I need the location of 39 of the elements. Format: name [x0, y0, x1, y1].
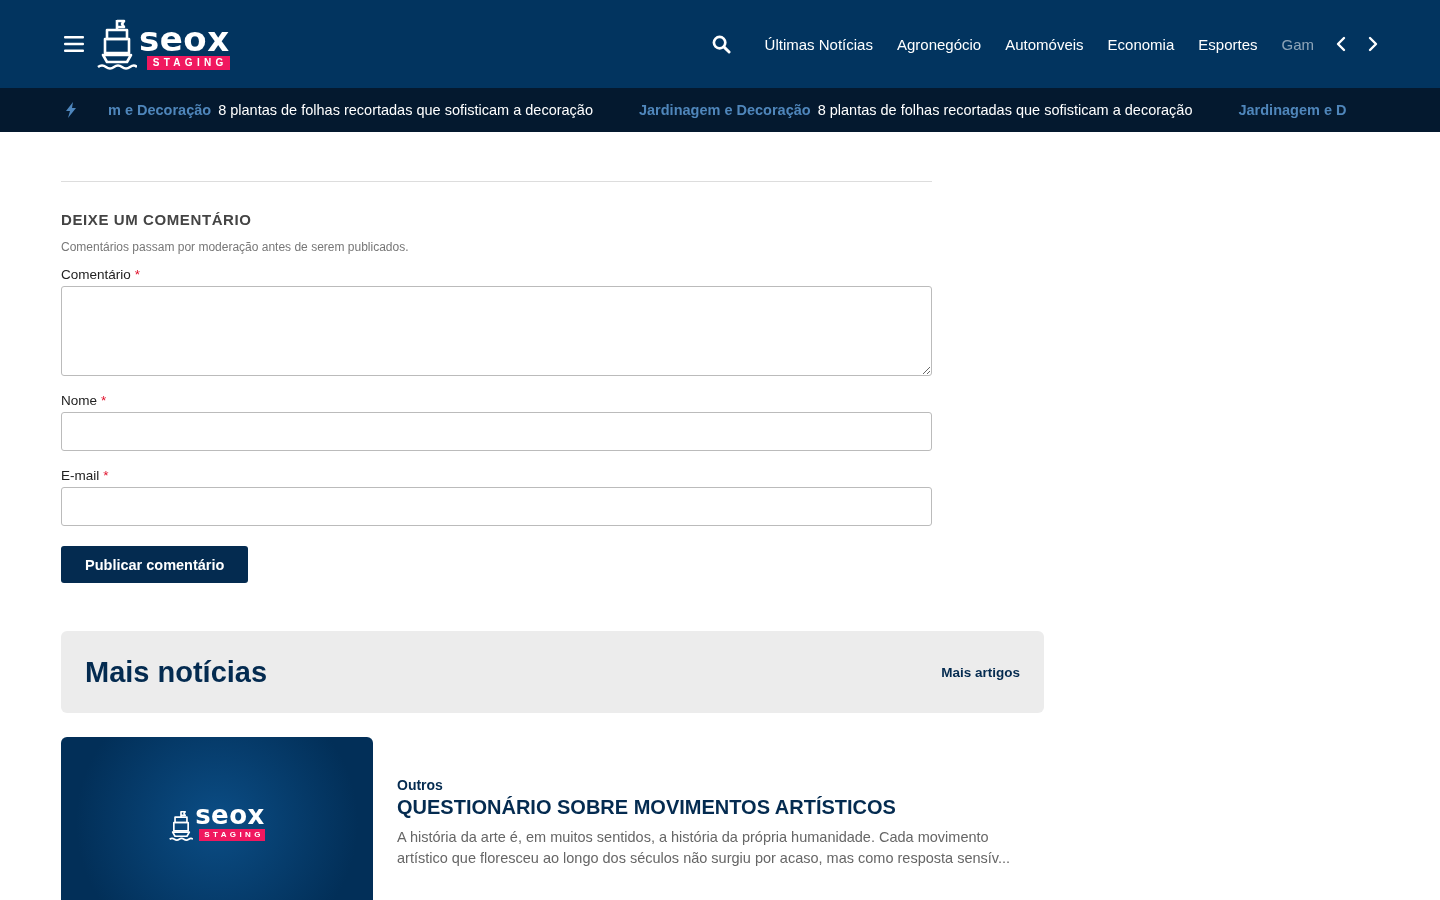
- logo-wordmark[interactable]: seox: [139, 25, 230, 53]
- required-asterisk: *: [134, 267, 141, 282]
- nav-link[interactable]: Últimas Notícias: [764, 35, 873, 53]
- ticker-headline[interactable]: 8 plantas de folhas recortadas que sofisticam a decoração: [817, 102, 1193, 118]
- field-label: Nome: [61, 393, 97, 408]
- nav-link[interactable]: Agronegócio: [896, 35, 982, 53]
- moderation-note: Comentários passam por moderação antes de serem publicados.: [61, 240, 410, 254]
- nav-link[interactable]: Automóveis: [1005, 35, 1084, 53]
- ticker-category[interactable]: m e Decoração: [108, 102, 212, 118]
- chevron-right-icon[interactable]: [1368, 36, 1378, 52]
- section-heading: DEIXE UM COMENTÁRIO: [61, 211, 253, 228]
- input-field[interactable]: [61, 487, 932, 526]
- ticker-category[interactable]: Jardinagem e D: [1238, 102, 1347, 118]
- logo-badge: STAGING: [146, 56, 230, 70]
- nav-link[interactable]: Economia: [1107, 35, 1175, 53]
- nav-link[interactable]: Gam: [1281, 35, 1314, 53]
- ticker-headline[interactable]: 8 plantas de folhas recortadas que sofisticam a decoração: [218, 102, 593, 118]
- field-label: E-mail: [61, 468, 100, 483]
- more-articles-link[interactable]: Mais artigos: [941, 664, 1020, 680]
- field-label: Comentário: [61, 267, 131, 282]
- article-excerpt: A história da arte é, em muitos sentidos, a história da própria humanidade. Cada movimento artístico que floresceu ao longo dos séculos não surgiu por acaso, mas como resposta sensív...: [397, 828, 1012, 868]
- logo-badge: STAGING: [199, 828, 265, 841]
- submit-button[interactable]: Publicar comentário: [61, 546, 249, 583]
- article-thumbnail[interactable]: seox STAGING: [61, 737, 373, 900]
- lightning-icon: [66, 102, 76, 118]
- nav-link[interactable]: Esportes: [1198, 35, 1258, 53]
- input-field[interactable]: [61, 412, 932, 451]
- section-title: Mais notícias: [85, 655, 268, 689]
- chevron-left-icon[interactable]: [1336, 36, 1346, 52]
- ship-icon: [97, 18, 137, 70]
- ship-icon: [169, 809, 194, 841]
- required-asterisk: *: [103, 468, 109, 483]
- article-category[interactable]: Outros: [397, 777, 1022, 793]
- article-title[interactable]: QUESTIONÁRIO SOBRE MOVIMENTOS ARTÍSTICOS: [397, 796, 1022, 819]
- ticker-category[interactable]: Jardinagem e Decoração: [639, 102, 811, 118]
- search-icon[interactable]: [711, 34, 731, 54]
- required-asterisk: *: [101, 393, 107, 408]
- menu-icon[interactable]: [64, 36, 84, 52]
- logo-wordmark: seox: [195, 803, 265, 826]
